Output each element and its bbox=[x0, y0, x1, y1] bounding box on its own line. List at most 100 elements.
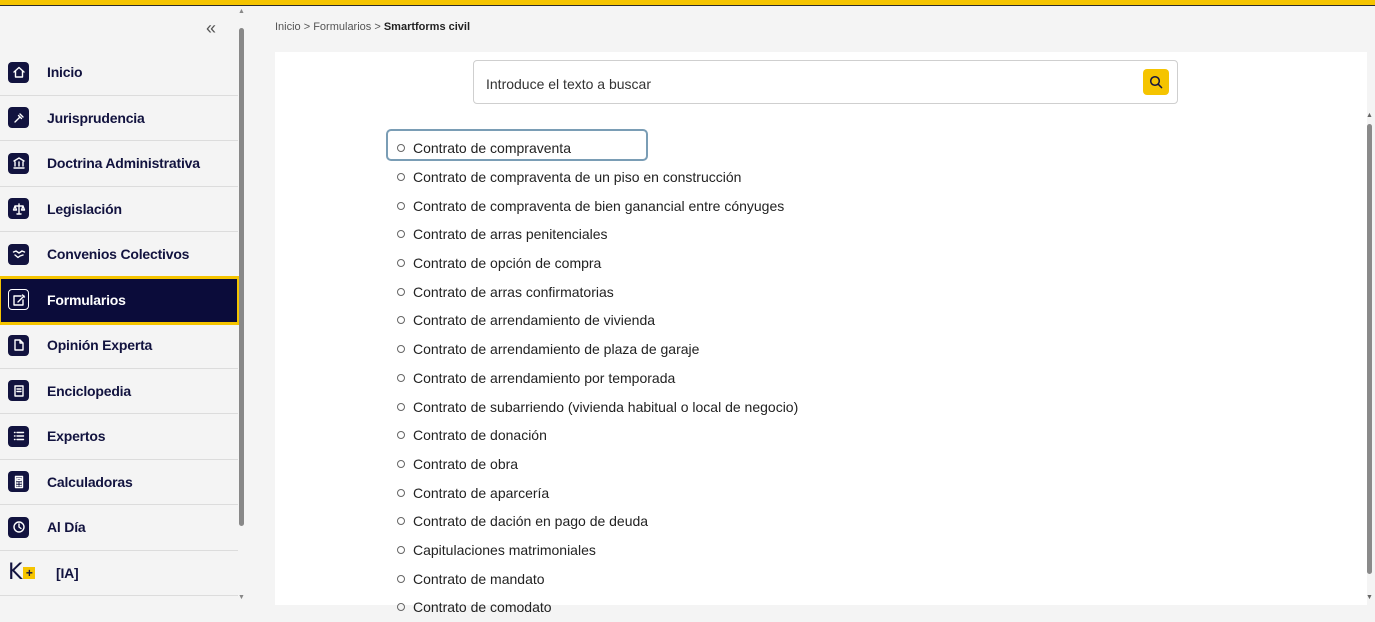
content-scroll-thumb[interactable] bbox=[1367, 124, 1372, 574]
sidebar-item-opinión-experta[interactable]: Opinión Experta bbox=[0, 323, 238, 369]
document-pen-icon bbox=[8, 334, 29, 356]
form-list-item[interactable]: Contrato de obra bbox=[397, 450, 798, 479]
bullet-circle-icon bbox=[397, 316, 405, 325]
sidebar: « Inicio Jurisprudencia Doctrina Administr… bbox=[0, 6, 248, 605]
scroll-down-arrow-icon[interactable]: ▼ bbox=[238, 594, 245, 601]
form-list-item[interactable]: Contrato de arras confirmatorias bbox=[397, 277, 798, 306]
bullet-circle-icon bbox=[397, 345, 405, 354]
form-list-item[interactable]: Contrato de comodato bbox=[397, 593, 798, 622]
content-scrollbar[interactable]: ▲ ▼ bbox=[1363, 110, 1375, 605]
form-link[interactable]: Contrato de compraventa bbox=[413, 140, 571, 156]
form-link[interactable]: Contrato de compraventa de bien ganancia… bbox=[413, 198, 784, 214]
form-link[interactable]: Contrato de opción de compra bbox=[413, 255, 601, 271]
handshake-icon bbox=[8, 243, 29, 265]
sidebar-item-ia[interactable]: K + [IA] bbox=[0, 551, 238, 596]
scroll-up-arrow-icon[interactable]: ▲ bbox=[238, 8, 245, 15]
bullet-circle-icon bbox=[397, 201, 405, 210]
sidebar-item-label: Convenios Colectivos bbox=[47, 246, 190, 263]
bullet-circle-icon bbox=[397, 574, 405, 583]
bullet-circle-icon bbox=[397, 144, 405, 153]
bullet-circle-icon bbox=[397, 488, 405, 497]
sidebar-item-convenios-colectivos[interactable]: Convenios Colectivos bbox=[0, 232, 238, 278]
sidebar-item-label: Opinión Experta bbox=[47, 337, 153, 354]
form-list-item[interactable]: Contrato de compraventa bbox=[397, 134, 798, 163]
form-list-item[interactable]: Contrato de dación en pago de deuda bbox=[397, 507, 798, 536]
form-list-item[interactable]: Contrato de compraventa de un piso en co… bbox=[397, 163, 798, 192]
bank-icon bbox=[8, 152, 29, 174]
form-link[interactable]: Contrato de arras penitenciales bbox=[413, 226, 608, 242]
form-link[interactable]: Capitulaciones matrimoniales bbox=[413, 542, 596, 558]
form-link[interactable]: Contrato de dación en pago de deuda bbox=[413, 513, 648, 529]
form-link[interactable]: Contrato de arrendamiento de vivienda bbox=[413, 312, 655, 328]
bullet-circle-icon bbox=[397, 459, 405, 468]
bullet-circle-icon bbox=[397, 230, 405, 239]
form-link[interactable]: Contrato de arrendamiento por temporada bbox=[413, 370, 675, 386]
form-list-item[interactable]: Contrato de mandato bbox=[397, 564, 798, 593]
clock-icon bbox=[8, 516, 29, 538]
sidebar-item-inicio[interactable]: Inicio bbox=[0, 50, 238, 96]
form-link[interactable]: Contrato de obra bbox=[413, 456, 518, 472]
sidebar-scroll-thumb[interactable] bbox=[239, 28, 244, 526]
sidebar-item-enciclopedia[interactable]: Enciclopedia bbox=[0, 369, 238, 414]
k-plus-logo-icon: K + bbox=[8, 560, 38, 585]
search-icon bbox=[1149, 75, 1163, 89]
sidebar-item-label: Doctrina Administrativa bbox=[47, 155, 200, 172]
scroll-down-arrow-icon[interactable]: ▼ bbox=[1366, 594, 1373, 601]
sidebar-item-legislación[interactable]: Legislación bbox=[0, 187, 238, 232]
home-icon bbox=[8, 61, 29, 83]
form-list-item[interactable]: Contrato de aparcería bbox=[397, 478, 798, 507]
sidebar-item-formularios[interactable]: Formularios bbox=[0, 275, 240, 325]
list-icon bbox=[8, 425, 29, 447]
bullet-circle-icon bbox=[397, 431, 405, 440]
scales-icon bbox=[8, 198, 29, 220]
sidebar-item-al-día[interactable]: Al Día bbox=[0, 505, 238, 551]
form-list-item[interactable]: Contrato de arrendamiento por temporada bbox=[397, 364, 798, 393]
form-list-item[interactable]: Contrato de donación bbox=[397, 421, 798, 450]
sidebar-item-calculadoras[interactable]: Calculadoras bbox=[0, 460, 238, 505]
form-list-item[interactable]: Contrato de opción de compra bbox=[397, 249, 798, 278]
form-list-item[interactable]: Capitulaciones matrimoniales bbox=[397, 536, 798, 565]
search-input[interactable] bbox=[484, 71, 1128, 97]
sidebar-item-doctrina-administrativa[interactable]: Doctrina Administrativa bbox=[0, 141, 238, 187]
bullet-circle-icon bbox=[397, 402, 405, 411]
form-list-item[interactable]: Contrato de arras penitenciales bbox=[397, 220, 798, 249]
form-link[interactable]: Contrato de mandato bbox=[413, 571, 545, 587]
breadcrumb-current: Smartforms civil bbox=[383, 21, 471, 33]
search-box bbox=[473, 60, 1178, 104]
sidebar-item-label: Calculadoras bbox=[47, 473, 133, 490]
calculator-icon bbox=[8, 471, 29, 493]
form-link[interactable]: Contrato de arrendamiento de plaza de ga… bbox=[413, 341, 699, 357]
sidebar-item-label: Formularios bbox=[47, 291, 126, 308]
form-list-item[interactable]: Contrato de subarriendo (vivienda habitu… bbox=[397, 392, 798, 421]
sidebar-item-expertos[interactable]: Expertos bbox=[0, 414, 238, 460]
form-list-item[interactable]: Contrato de compraventa de bien ganancia… bbox=[397, 191, 798, 220]
form-link[interactable]: Contrato de arras confirmatorias bbox=[413, 284, 614, 300]
collapse-sidebar-button[interactable]: « bbox=[206, 18, 216, 39]
sidebar-scrollbar[interactable]: ▲ ▼ bbox=[236, 6, 246, 605]
sidebar-item-label: Jurisprudencia bbox=[47, 109, 145, 126]
form-list-item[interactable]: Contrato de arrendamiento de vivienda bbox=[397, 306, 798, 335]
bullet-circle-icon bbox=[397, 287, 405, 296]
form-list-item[interactable]: Contrato de arrendamiento de plaza de ga… bbox=[397, 335, 798, 364]
search-button[interactable] bbox=[1143, 69, 1169, 95]
form-edit-icon bbox=[8, 289, 29, 311]
sidebar-item-label: Enciclopedia bbox=[47, 382, 131, 399]
bullet-circle-icon bbox=[397, 373, 405, 382]
breadcrumb: Inicio > Formularios > Smartforms civil bbox=[275, 21, 470, 33]
sidebar-item-label: [IA] bbox=[56, 564, 79, 581]
form-link[interactable]: Contrato de subarriendo (vivienda habitu… bbox=[413, 399, 798, 415]
scroll-up-arrow-icon[interactable]: ▲ bbox=[1366, 112, 1373, 119]
form-link[interactable]: Contrato de aparcería bbox=[413, 485, 549, 501]
sidebar-item-label: Inicio bbox=[47, 64, 83, 81]
sidebar-item-label: Al Día bbox=[47, 519, 86, 536]
form-link[interactable]: Contrato de comodato bbox=[413, 599, 552, 615]
form-link[interactable]: Contrato de donación bbox=[413, 427, 547, 443]
breadcrumb-trail[interactable]: Inicio > Formularios > bbox=[275, 21, 384, 33]
form-link[interactable]: Contrato de compraventa de un piso en co… bbox=[413, 169, 741, 185]
sidebar-item-label: Legislación bbox=[47, 200, 122, 217]
sidebar-item-jurisprudencia[interactable]: Jurisprudencia bbox=[0, 96, 238, 141]
forms-list: Contrato de compraventa Contrato de compr… bbox=[397, 134, 798, 622]
bullet-circle-icon bbox=[397, 173, 405, 182]
bullet-circle-icon bbox=[397, 517, 405, 526]
book-icon bbox=[8, 380, 29, 402]
